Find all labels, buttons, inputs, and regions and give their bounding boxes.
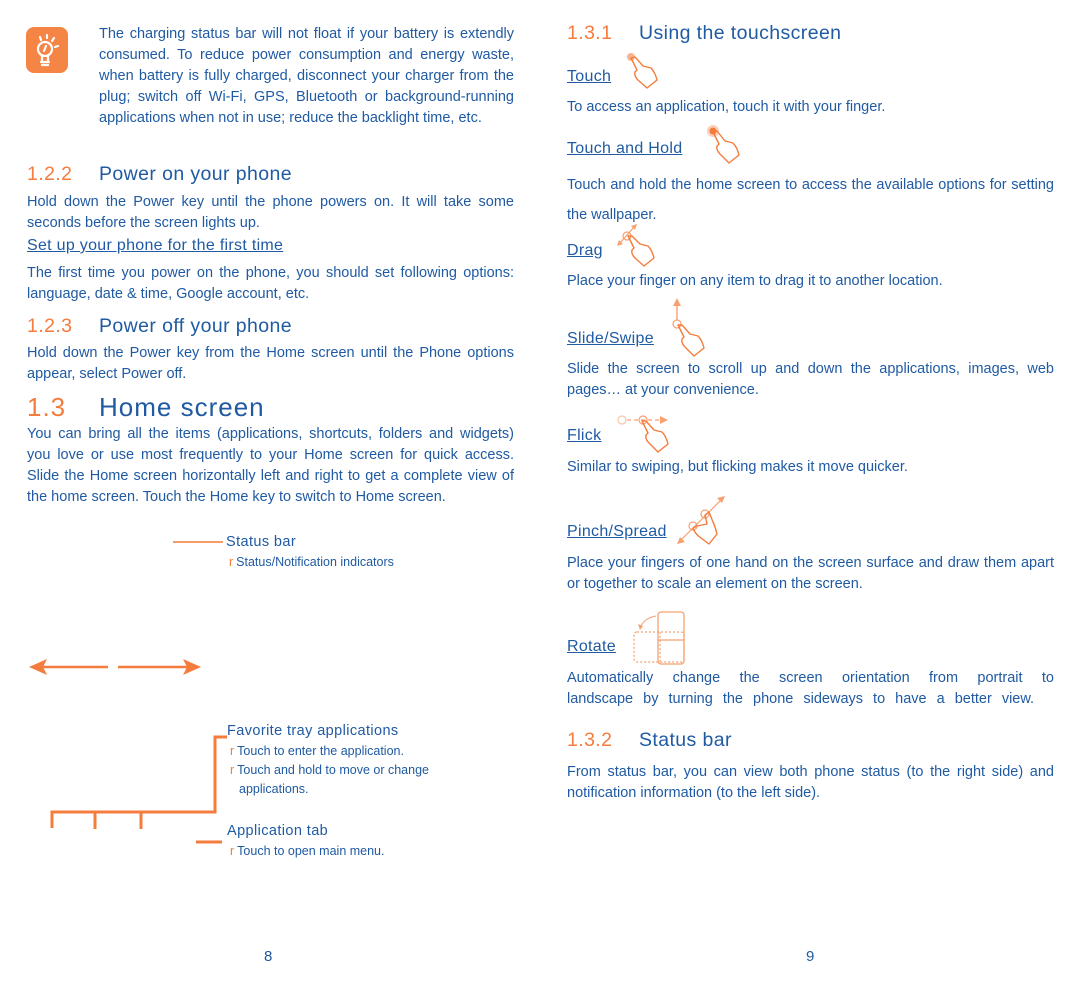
gesture-desc-touch-and-hold: Touch and hold the home screen to access… — [567, 177, 1054, 223]
section-title: Using the touchscreen — [639, 22, 842, 44]
gesture-label-touch: Touch — [567, 68, 612, 85]
section-heading-1-3-2: 1.3.2 Status bar — [567, 729, 732, 752]
bullet: r — [230, 844, 235, 858]
application-tab-callout-title: Application tab — [227, 823, 329, 839]
status-bar-callout-item: r Status/Notification indicators — [229, 555, 394, 569]
rotate-gesture-icon — [633, 611, 685, 665]
section-number: 1.3.2 — [567, 729, 613, 751]
gesture-label-drag: Drag — [567, 242, 603, 259]
gesture-desc-pinch-spread: Place your fingers of one hand on the sc… — [567, 555, 1054, 592]
gesture-label-rotate: Rotate — [567, 638, 616, 655]
page-right: 1.3.1 Using the touchscreen Touch To acce… — [540, 0, 1080, 990]
gesture-label-slide-swipe: Slide/Swipe — [567, 330, 654, 347]
gesture-desc-drag: Place your finger on any item to drag it… — [567, 273, 943, 289]
status-bar-text: From status bar, you can view both phone… — [567, 764, 1054, 801]
section-title: Status bar — [639, 729, 732, 751]
pinch-gesture-icon — [677, 496, 725, 545]
application-tab-callout-item: r Touch to open main menu. — [230, 844, 385, 858]
page-number: 9 — [806, 948, 815, 965]
gesture-label-flick: Flick — [567, 427, 602, 444]
touch-hold-gesture-icon — [707, 125, 740, 164]
bullet: r — [230, 763, 235, 777]
favorite-tray-bracket — [50, 735, 227, 829]
flick-gesture-icon — [617, 415, 669, 453]
drag-gesture-icon — [617, 224, 655, 267]
bullet: r — [229, 555, 234, 569]
page-left: The charging status bar will not float i… — [0, 0, 540, 990]
slide-arrows-icon — [29, 659, 201, 675]
gesture-label-touch-and-hold: Touch and Hold — [567, 140, 683, 157]
swipe-gesture-icon — [672, 298, 705, 357]
favorite-tray-callout-item: r Touch to enter the application. — [230, 744, 404, 758]
section-number: 1.3.1 — [567, 22, 613, 44]
status-bar-callout-title: Status bar — [226, 534, 297, 550]
favorite-tray-callout-item: r Touch and hold to move or change applic… — [230, 763, 429, 796]
gesture-desc-flick: Similar to swiping, but flicking makes i… — [567, 459, 908, 475]
section-heading-1-3-1: 1.3.1 Using the touchscreen — [567, 22, 841, 45]
page-number: 8 — [264, 948, 273, 965]
bullet: r — [230, 744, 235, 758]
favorite-tray-callout-title: Favorite tray applications — [227, 723, 399, 739]
gesture-label-pinch-spread: Pinch/Spread — [567, 523, 667, 540]
gesture-desc-rotate: Automatically change the screen orientat… — [567, 670, 1054, 707]
touch-gesture-icon — [627, 53, 658, 89]
gesture-desc-touch: To access an application, touch it with … — [567, 99, 886, 115]
gesture-desc-slide-swipe: Slide the screen to scroll up and down t… — [567, 361, 1054, 398]
